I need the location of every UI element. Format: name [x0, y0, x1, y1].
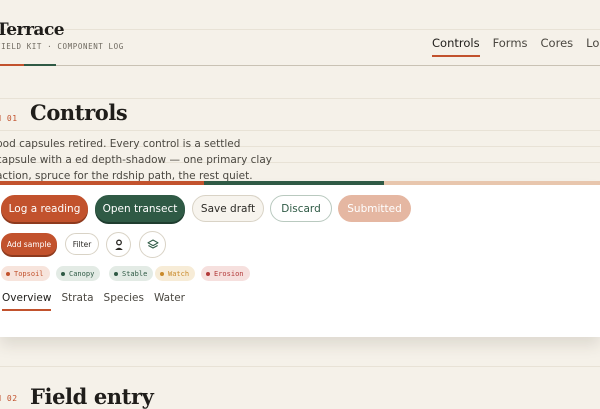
- add-sample-button[interactable]: Add sample: [1, 233, 57, 255]
- chip-erosion[interactable]: Erosion: [201, 266, 250, 281]
- chip-label: Stable: [122, 269, 148, 278]
- ruled-line: [0, 366, 600, 367]
- chip-label: Canopy: [69, 269, 95, 278]
- nav-item-cores[interactable]: Cores: [541, 36, 574, 57]
- chip-topsoil[interactable]: Topsoil: [1, 266, 50, 281]
- person-pin-button[interactable]: [106, 232, 131, 257]
- card-color-strip: [0, 181, 600, 185]
- chip-dot: [61, 271, 65, 276]
- chip-dot: [160, 271, 164, 276]
- header-accent-spruce: [24, 64, 56, 66]
- chip-label: Topsoil: [14, 269, 44, 278]
- header-accent-clay: [0, 64, 24, 66]
- strip-segment: [384, 181, 600, 185]
- chip-watch[interactable]: Watch: [155, 266, 196, 281]
- tab-strata[interactable]: Strata: [61, 292, 93, 311]
- ruled-line: [0, 130, 600, 131]
- log-reading-button[interactable]: Log a reading: [1, 195, 88, 222]
- section-title: Controls: [30, 100, 128, 125]
- chip-stable[interactable]: Stable: [109, 266, 154, 281]
- ruled-line: [0, 98, 600, 99]
- submitted-button: Submitted: [338, 195, 411, 222]
- nav-item-forms[interactable]: Forms: [493, 36, 528, 57]
- layers-icon: [146, 238, 159, 249]
- chip-label: Watch: [168, 269, 190, 278]
- nav-item-controls[interactable]: Controls: [432, 36, 480, 57]
- tab-overview[interactable]: Overview: [2, 292, 52, 311]
- brand-title: Terrace: [0, 20, 65, 40]
- open-transect-button[interactable]: Open transect: [95, 195, 185, 222]
- chip-canopy[interactable]: Canopy: [56, 266, 101, 281]
- nav-item-log[interactable]: Log: [586, 36, 600, 57]
- tab-species[interactable]: Species: [104, 292, 144, 311]
- chip-label: Erosion: [214, 269, 244, 278]
- chip-dot: [114, 271, 118, 276]
- card-tabs: Overview Strata Species Water: [2, 292, 185, 311]
- layers-button[interactable]: [139, 231, 166, 258]
- chip-dot: [6, 271, 10, 276]
- section-eyebrow: M 01: [0, 114, 18, 123]
- brand-subtitle: FIELD KIT · COMPONENT LOG: [0, 42, 124, 51]
- next-section-title: Field entry: [30, 384, 154, 409]
- strip-segment: [204, 181, 384, 185]
- ruled-line: [0, 29, 600, 30]
- discard-button[interactable]: Discard: [270, 195, 332, 222]
- next-section-eyebrow: M 02: [0, 394, 18, 403]
- header-divider: [0, 65, 600, 66]
- chip-dot: [206, 271, 210, 276]
- section-description: pod capsules retired. Every control is a…: [0, 138, 272, 182]
- person-pin-icon: [114, 239, 123, 250]
- save-draft-button[interactable]: Save draft: [192, 195, 264, 222]
- top-nav: Controls Forms Cores Log S: [432, 36, 600, 57]
- tab-water[interactable]: Water: [154, 292, 185, 311]
- strip-segment: [0, 181, 204, 185]
- filter-button[interactable]: Filter: [65, 233, 99, 255]
